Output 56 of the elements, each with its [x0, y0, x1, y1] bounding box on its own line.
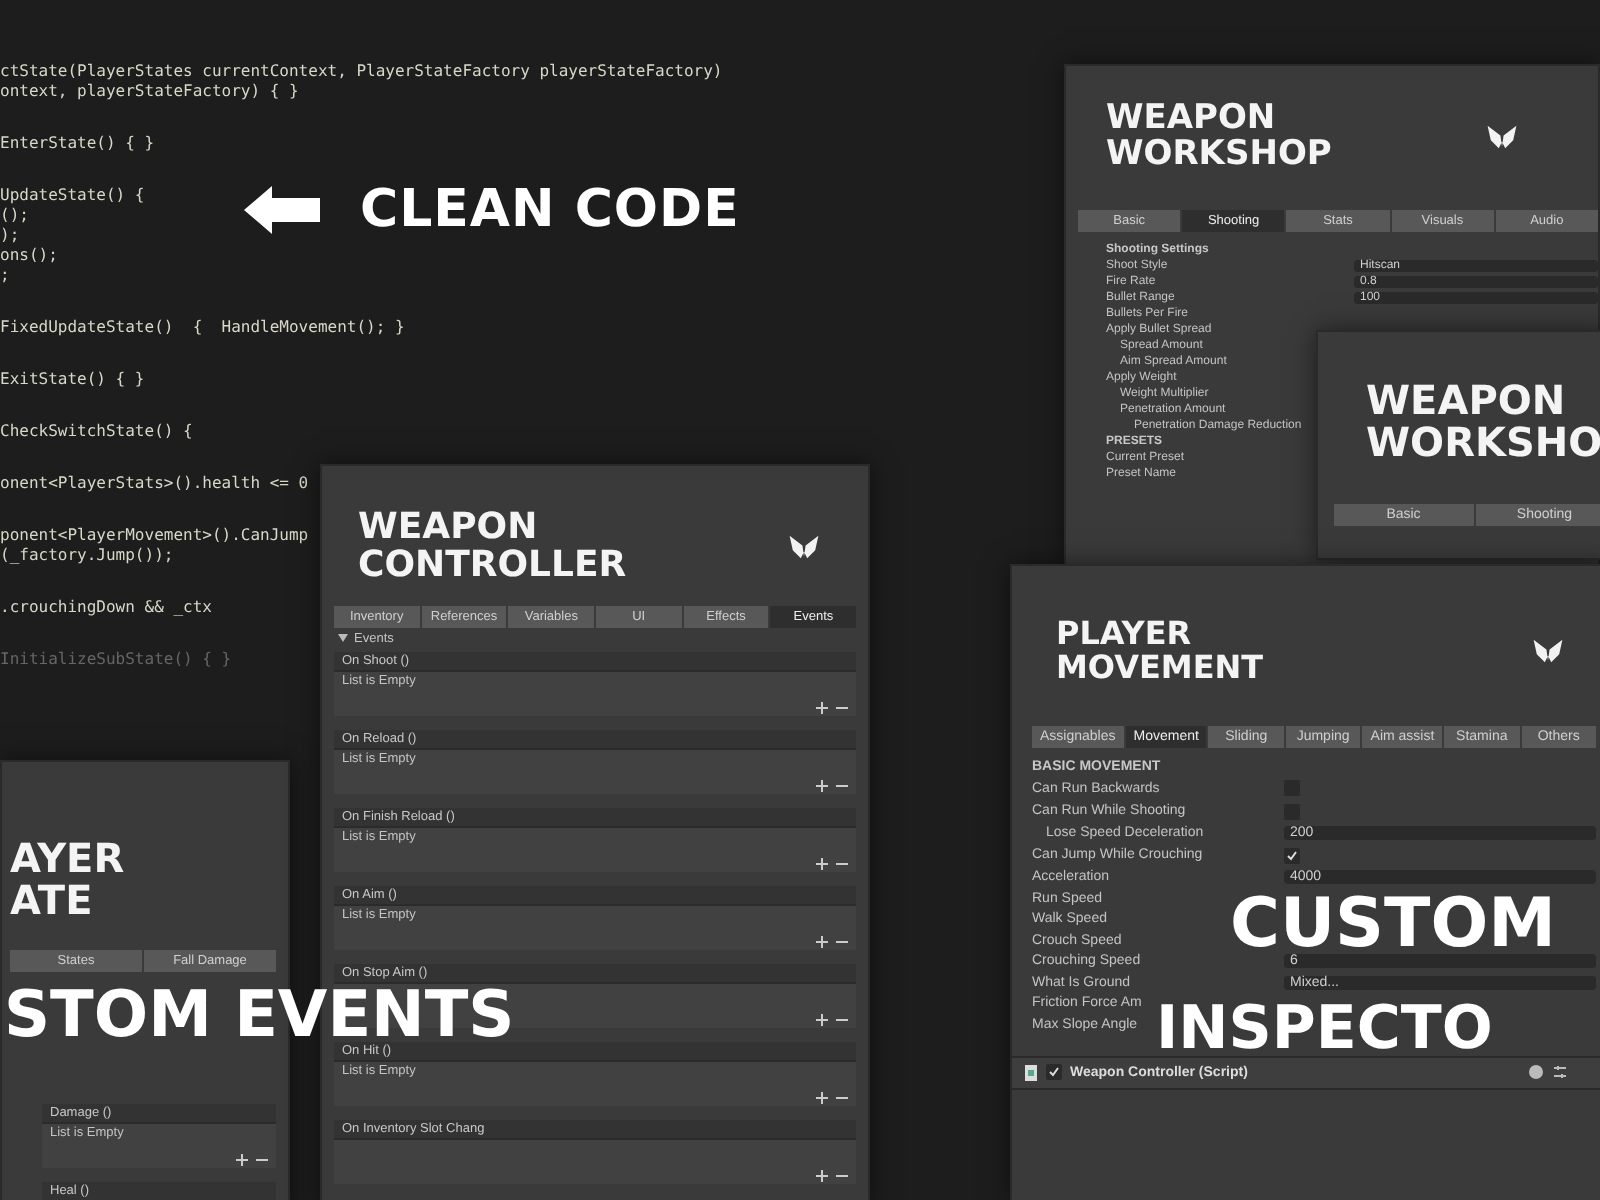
code-line: .crouchingDown && _ctx: [0, 598, 212, 618]
code-line: ontext, playerStateFactory) { }: [0, 82, 299, 102]
overlay-headline: STOM EVENTS: [4, 986, 515, 1044]
plus-icon[interactable]: [816, 701, 828, 714]
code-line: ponent<PlayerMovement>().CanJump: [0, 526, 309, 546]
code-line: );: [0, 226, 20, 246]
overlay-headline: CUSTOM: [1230, 894, 1556, 956]
help-icon[interactable]: [1528, 1064, 1544, 1081]
plus-icon[interactable]: [816, 857, 828, 870]
panel-title: PLAYER: [1056, 618, 1192, 652]
code-line: onent<PlayerStats>().health <= 0: [0, 474, 309, 494]
code-line: CheckSwitchState() {: [0, 422, 193, 442]
code-line: FixedUpdateState() { HandleMovement(); }: [0, 318, 405, 338]
script-file-icon: [1024, 1063, 1038, 1082]
plus-icon[interactable]: [816, 1169, 828, 1182]
plus-icon[interactable]: [816, 1091, 828, 1104]
arrow-left-icon: [244, 186, 320, 234]
code-line: ();: [0, 206, 29, 226]
settings-icon[interactable]: [1552, 1064, 1568, 1081]
minus-icon[interactable]: [256, 1154, 268, 1166]
minus-icon[interactable]: [836, 1169, 848, 1182]
panel-title: WEAPON: [1366, 380, 1566, 422]
panel-title: WORKSHOP: [1106, 137, 1332, 174]
code-line: EnterState() { }: [0, 134, 155, 154]
caret-down-icon[interactable]: [338, 634, 348, 643]
plus-icon[interactable]: [236, 1154, 248, 1166]
butterfly-logo-icon: [1532, 638, 1564, 665]
minus-icon[interactable]: [836, 1091, 848, 1104]
code-line: (_factory.Jump());: [0, 546, 174, 566]
butterfly-logo-icon: [788, 534, 820, 561]
panel-title: CONTROLLER: [358, 547, 627, 586]
plus-icon[interactable]: [816, 779, 828, 792]
butterfly-logo-icon: [1486, 124, 1518, 151]
code-line: ctState(PlayerStates currentContext, PlayerStateFactory playerStateFactory): [0, 62, 723, 82]
panel-title: MOVEMENT: [1056, 651, 1264, 686]
headline: CLEAN CODE: [360, 180, 740, 240]
overlay-headline: INSPECTO: [1156, 1002, 1493, 1056]
code-line: ;: [0, 266, 10, 286]
panel-title: WEAPON: [358, 510, 538, 548]
minus-icon[interactable]: [836, 935, 848, 948]
code-line: UpdateState() {: [0, 186, 145, 206]
minus-icon[interactable]: [836, 779, 848, 792]
plus-icon[interactable]: [816, 1013, 828, 1026]
checkbox[interactable]: [1046, 1064, 1062, 1081]
code-line: InitializeSubState() { }: [0, 650, 232, 670]
code-line: ons();: [0, 246, 58, 266]
panel-title: AYER: [10, 838, 125, 880]
panel-title: WEAPON: [1106, 102, 1276, 138]
panel-title: WORKSHO: [1366, 422, 1600, 464]
plus-icon[interactable]: [816, 935, 828, 948]
panel-title: ATE: [10, 880, 93, 922]
code-line: ExitState() { }: [0, 370, 145, 390]
minus-icon[interactable]: [836, 1013, 848, 1026]
checkbox[interactable]: [1284, 847, 1300, 864]
minus-icon[interactable]: [836, 857, 848, 870]
minus-icon[interactable]: [836, 701, 848, 714]
